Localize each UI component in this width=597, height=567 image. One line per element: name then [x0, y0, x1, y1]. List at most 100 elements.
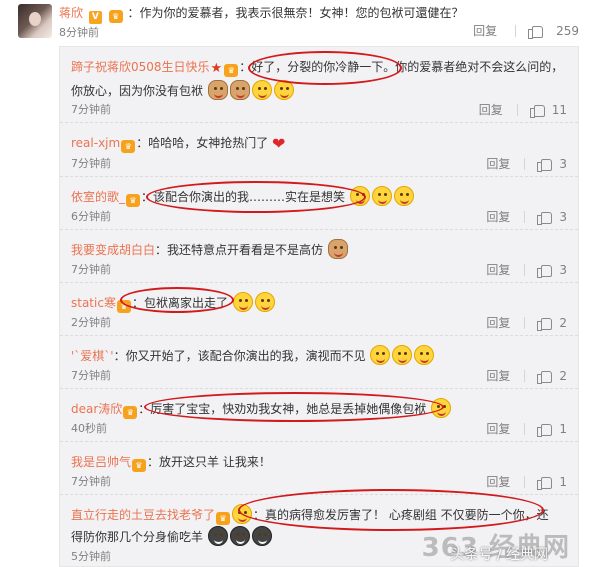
reply-actions: 回复 1 — [486, 473, 567, 490]
reply-item: dear涛欣 ♛ ：厉害了宝宝，快劝劝我女神，她总是丢掉她偶像包袱 40秒前 回复 … — [60, 389, 578, 442]
reply-text: dear涛欣 ♛ ：厉害了宝宝，快劝劝我女神，她总是丢掉她偶像包袱 — [71, 398, 571, 420]
reply-time: 7分钟前 — [71, 263, 111, 276]
top-comment-line: 蒋欣 V ♛ ：作为你的爱慕者，我表示很無奈！女神！您的包袱可還健在？ — [59, 4, 464, 24]
like-count: 1 — [559, 421, 567, 436]
like-icon[interactable] — [528, 24, 544, 39]
reply-time: 6分钟前 — [71, 210, 111, 223]
reply-thread: 蹄子祝蒋欣0508生日快乐★ ♛ ：好了，分裂的你冷静一下。你的爱慕者绝对不会这么问… — [59, 46, 579, 567]
reply-username[interactable]: 直立行走的土豆去找老爷了 — [71, 508, 215, 522]
star-icon: ★ — [210, 61, 223, 76]
reply-username[interactable]: static寒 — [71, 296, 116, 310]
like-icon[interactable] — [537, 210, 553, 225]
face-emoji-icon — [251, 526, 272, 546]
reply-item: 我要变成胡白白：我还特意点开看看是不是高仿 7分钟前 回复 3 — [60, 230, 578, 283]
reply-item: 我是吕帅气 ♛ ：放开这只羊 让我来！ 7分钟前 回复 1 — [60, 442, 578, 495]
divider — [524, 157, 526, 170]
dog-emoji-icon — [327, 239, 348, 259]
reply-text: real-xjm ♛ ：哈哈哈，女神抢热门了 ❤ — [71, 134, 286, 153]
divider — [524, 369, 526, 382]
reply-actions: 回复 1 — [486, 420, 567, 437]
vip-crown-icon: ♛ — [123, 406, 138, 419]
reply-actions: 回复 11 — [479, 101, 567, 118]
divider — [516, 103, 518, 116]
like-icon[interactable] — [537, 422, 553, 437]
laugh-cry-emoji-icon — [370, 345, 391, 365]
top-comment-text: ：作为你的爱慕者，我表示很無奈！女神！您的包袱可還健在？ — [127, 6, 464, 20]
top-username[interactable]: 蒋欣 — [59, 6, 83, 20]
reply-text: 我要变成胡白白：我还特意点开看看是不是高仿 — [71, 239, 571, 261]
laugh-emoji-icon — [371, 186, 392, 206]
like-icon[interactable] — [537, 475, 553, 490]
reply-time: 7分钟前 — [71, 103, 111, 116]
reply-button[interactable]: 回复 — [486, 420, 510, 437]
reply-username[interactable]: dear涛欣 — [71, 402, 122, 416]
reply-button[interactable]: 回复 — [486, 473, 510, 490]
like-count: 259 — [556, 23, 579, 38]
like-count: 2 — [559, 315, 567, 330]
reply-time: 7分钟前 — [71, 369, 111, 382]
reply-username[interactable]: 我要变成胡白白 — [71, 243, 155, 257]
like-count: 3 — [559, 262, 567, 277]
like-icon[interactable] — [537, 157, 553, 172]
divider — [524, 422, 526, 435]
dog-emoji-icon — [229, 80, 250, 100]
reply-text: 依室的歌_ ♛ ：该配合你演出的我………实在是想笑 — [71, 186, 571, 208]
reply-time: 7分钟前 — [71, 157, 111, 170]
like-icon[interactable] — [537, 369, 553, 384]
reply-actions: 回复 3 — [486, 261, 567, 278]
wink-emoji-icon — [232, 504, 253, 524]
reply-button[interactable]: 回复 — [486, 208, 510, 225]
divider — [524, 475, 526, 488]
reply-actions: 回复 2 — [486, 314, 567, 331]
heart-icon: ❤ — [272, 134, 286, 153]
reply-button[interactable]: 回复 — [486, 261, 510, 278]
reply-username[interactable]: 我是吕帅气 — [71, 455, 131, 469]
face-emoji-icon — [229, 526, 250, 546]
like-icon[interactable] — [529, 103, 545, 118]
reply-actions: 回复 2 — [486, 367, 567, 384]
divider — [515, 24, 517, 37]
dog-emoji-icon — [207, 80, 228, 100]
laugh-emoji-icon — [393, 186, 414, 206]
reply-button[interactable]: 回复 — [486, 367, 510, 384]
reply-item: 蹄子祝蒋欣0508生日快乐★ ♛ ：好了，分裂的你冷静一下。你的爱慕者绝对不会这么问… — [60, 47, 578, 123]
like-count: 2 — [559, 368, 567, 383]
divider — [524, 210, 526, 223]
reply-button[interactable]: 回复 — [479, 101, 503, 118]
reply-actions: 回复 3 — [486, 208, 567, 225]
reply-username[interactable]: 依室的歌_ — [71, 190, 125, 204]
reply-time: 40秒前 — [71, 422, 107, 435]
vip-crown-icon: ♛ — [108, 10, 123, 23]
watermark-sub: 头条号 / 经典网 — [450, 547, 548, 563]
laugh-emoji-icon — [349, 186, 370, 206]
reply-button[interactable]: 回复 — [473, 22, 497, 39]
reply-text: 我是吕帅气 ♛ ：放开这只羊 让我来！ — [71, 455, 271, 472]
laugh-cry-emoji-icon — [254, 292, 275, 312]
laugh-cry-emoji-icon — [273, 80, 294, 100]
reply-button[interactable]: 回复 — [486, 155, 510, 172]
like-count: 1 — [559, 474, 567, 489]
laugh-emoji-icon — [431, 398, 452, 418]
divider — [524, 263, 526, 276]
top-comment: 蒋欣 V ♛ ：作为你的爱慕者，我表示很無奈！女神！您的包袱可還健在？ 8分钟前… — [0, 0, 597, 46]
reply-time: 2分钟前 — [71, 316, 111, 329]
reply-text: static寒 ♛ ：包袱离家出走了 — [71, 292, 571, 314]
top-comment-time: 8分钟前 — [59, 26, 99, 39]
reply-username[interactable]: 蹄子祝蒋欣0508生日快乐 — [71, 60, 210, 74]
like-count: 3 — [559, 156, 567, 171]
reply-item: '`爱棋`'：你又开始了，该配合你演出的我，演视而不见 7分钟前 回复 2 — [60, 336, 578, 389]
like-icon[interactable] — [537, 316, 553, 331]
vip-crown-icon: ♛ — [121, 140, 136, 153]
laugh-cry-emoji-icon — [392, 345, 413, 365]
reply-username[interactable]: '`爱棋`' — [71, 349, 114, 363]
like-icon[interactable] — [537, 263, 553, 278]
top-comment-actions: 回复 259 — [473, 22, 579, 39]
reply-item: 依室的歌_ ♛ ：该配合你演出的我………实在是想笑 6分钟前 回复 3 — [60, 177, 578, 230]
reply-button[interactable]: 回复 — [486, 314, 510, 331]
divider — [524, 316, 526, 329]
avatar[interactable] — [18, 4, 52, 38]
reply-text: 蹄子祝蒋欣0508生日快乐★ ♛ ：好了，分裂的你冷静一下。你的爱慕者绝对不会这么问… — [71, 60, 564, 100]
vip-crown-icon: ♛ — [116, 300, 131, 313]
reply-username[interactable]: real-xjm — [71, 136, 120, 150]
laugh-cry-emoji-icon — [251, 80, 272, 100]
